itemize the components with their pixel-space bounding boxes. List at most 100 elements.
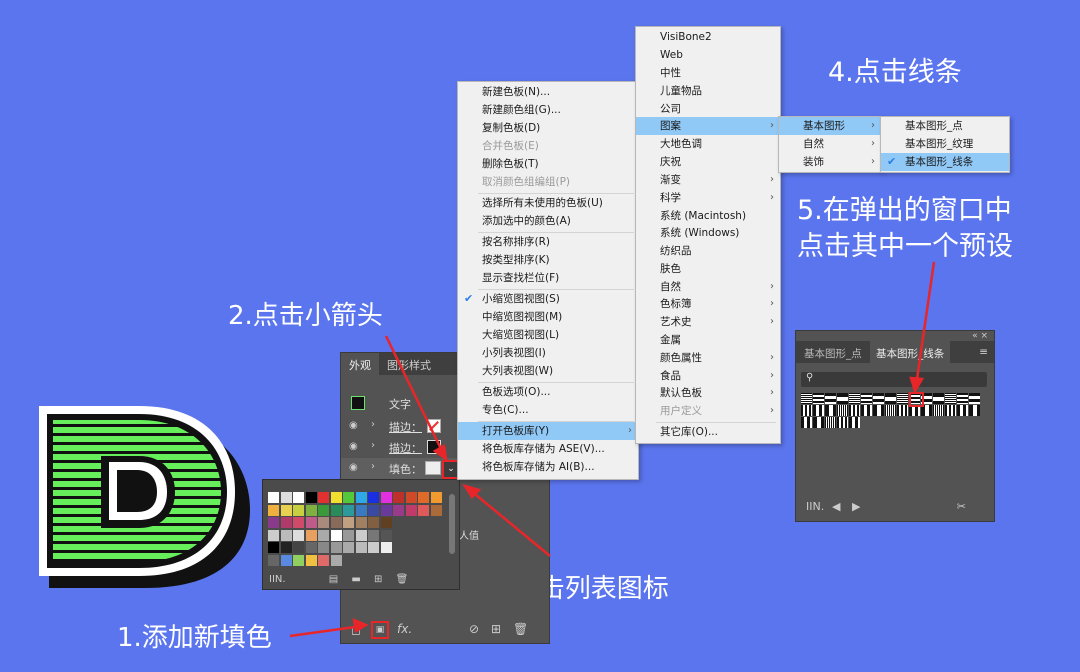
menu-item-open-swatch-library[interactable]: 打开色板库(Y) ›: [458, 422, 638, 440]
swatch-cell[interactable]: [318, 554, 329, 566]
swatch-cell[interactable]: [330, 492, 342, 503]
library-item[interactable]: 庆祝: [636, 153, 780, 171]
swatch-cell[interactable]: [330, 517, 342, 528]
line-pattern-swatch[interactable]: [933, 393, 944, 404]
swatch-cell[interactable]: [368, 492, 379, 503]
tab-appearance[interactable]: 外观: [341, 353, 379, 375]
line-pattern-swatch[interactable]: [957, 405, 968, 416]
line-pattern-swatch[interactable]: [825, 417, 836, 428]
library-item[interactable]: 颜色属性 ›: [636, 349, 780, 367]
menu-item-save-as-ai[interactable]: 将色板库存储为 AI(B)...: [458, 458, 595, 476]
swatch-cell[interactable]: [293, 542, 304, 553]
line-pattern-swatch[interactable]: [897, 405, 908, 416]
add-stroke-icon[interactable]: ◻: [351, 623, 361, 637]
swatch-cell[interactable]: [393, 492, 404, 503]
chevron-right-icon[interactable]: ›: [371, 461, 375, 472]
swatch-cell[interactable]: [380, 504, 392, 516]
swatch-cell[interactable]: [305, 542, 317, 553]
line-pattern-swatch[interactable]: [801, 405, 812, 416]
swatch-cell[interactable]: [368, 504, 379, 516]
swatch-cell[interactable]: [343, 529, 354, 541]
menu-item-medium-thumbnail[interactable]: 中缩览图视图(M): [458, 308, 562, 326]
collapse-close-icons[interactable]: « ×: [972, 331, 988, 341]
selected-preset-highlight[interactable]: [909, 392, 924, 407]
library-item[interactable]: 科学 ›: [636, 189, 780, 207]
line-pattern-swatch[interactable]: [837, 417, 848, 428]
line-pattern-swatch[interactable]: [801, 417, 812, 428]
line-pattern-swatch[interactable]: [861, 393, 872, 404]
shapes-item-textures[interactable]: 基本图形_纹理: [881, 135, 1009, 153]
line-pattern-swatch[interactable]: [897, 393, 908, 404]
menu-item-show-find-field[interactable]: 显示查找栏位(F): [458, 269, 559, 287]
swatch-cell[interactable]: [318, 542, 329, 553]
menu-item-delete-swatch[interactable]: 删除色板(T): [458, 155, 539, 173]
swatch-cell[interactable]: [305, 517, 317, 528]
swatch-cell[interactable]: [418, 492, 429, 503]
swatch-cell[interactable]: [405, 504, 417, 516]
stroke-swatch[interactable]: [427, 419, 441, 433]
line-pattern-swatch[interactable]: [849, 393, 860, 404]
trash-icon[interactable]: 🗑: [396, 574, 409, 585]
line-pattern-swatch[interactable]: [885, 393, 896, 404]
swatch-cell[interactable]: [293, 492, 304, 503]
swatch-cell[interactable]: [280, 517, 292, 528]
folder-icon[interactable]: ▬: [351, 574, 360, 585]
line-pattern-swatch[interactable]: [813, 405, 824, 416]
pattern-item-basic-shapes[interactable]: 基本图形 ›: [779, 117, 881, 135]
menu-item-large-list[interactable]: 大列表视图(W): [458, 362, 553, 380]
swatch-cell[interactable]: [280, 554, 292, 566]
library-item[interactable]: 渐变 ›: [636, 171, 780, 189]
eye-icon[interactable]: ◉: [349, 462, 361, 474]
swatch-cell[interactable]: [368, 517, 379, 528]
library-icon[interactable]: IIN.: [269, 574, 286, 585]
swatch-cell[interactable]: [430, 492, 442, 503]
tab-graphic-styles[interactable]: 图形样式: [379, 353, 439, 375]
menu-item-save-as-ase[interactable]: 将色板库存储为 ASE(V)...: [458, 440, 605, 458]
library-item[interactable]: 儿童物品: [636, 82, 780, 100]
library-search-field[interactable]: ⚲: [801, 372, 987, 387]
chevron-right-icon[interactable]: ›: [371, 440, 375, 451]
line-pattern-swatch[interactable]: [825, 393, 836, 404]
eye-icon[interactable]: ◉: [349, 420, 361, 432]
swatch-cell[interactable]: [380, 542, 392, 553]
menu-item-new-color-group[interactable]: 新建颜色组(G)...: [458, 101, 561, 119]
scrollbar[interactable]: [449, 494, 455, 554]
line-pattern-swatch[interactable]: [825, 405, 836, 416]
library-item[interactable]: 食品 ›: [636, 367, 780, 385]
menu-item-swatch-options[interactable]: 色板选项(O)...: [458, 383, 550, 401]
pattern-item-decorative[interactable]: 装饰 ›: [779, 153, 881, 171]
swatch-cell[interactable]: [343, 542, 354, 553]
swatch-cell[interactable]: [380, 517, 392, 528]
next-arrow-icon[interactable]: ▶: [852, 500, 860, 513]
line-pattern-swatch[interactable]: [837, 405, 848, 416]
library-item[interactable]: 默认色板 ›: [636, 384, 780, 402]
panel-menu-icon[interactable]: ≡: [979, 346, 988, 358]
menu-item-duplicate-swatch[interactable]: 复制色板(D): [458, 119, 540, 137]
swatch-cell[interactable]: [418, 504, 429, 516]
menu-item-large-thumbnail[interactable]: 大缩览图视图(L): [458, 326, 559, 344]
line-pattern-swatch[interactable]: [813, 417, 824, 428]
library-item[interactable]: 系统 (Windows): [636, 224, 780, 242]
swatch-cell[interactable]: [355, 529, 367, 541]
fx-icon[interactable]: fx.: [397, 622, 412, 636]
swatch-cell[interactable]: [268, 517, 279, 528]
swatch-cell[interactable]: [343, 504, 354, 516]
swatch-cell[interactable]: [330, 542, 342, 553]
chevron-right-icon[interactable]: ›: [371, 419, 375, 430]
clear-icon[interactable]: ⊘: [469, 622, 479, 636]
prev-arrow-icon[interactable]: ◀: [832, 500, 840, 513]
swatch-cell[interactable]: [280, 492, 292, 503]
line-pattern-swatch[interactable]: [801, 393, 812, 404]
pattern-item-nature[interactable]: 自然 ›: [779, 135, 881, 153]
swatch-cell[interactable]: [343, 517, 354, 528]
library-item[interactable]: Web: [636, 46, 780, 64]
library-item-other[interactable]: 其它库(O)...: [636, 423, 780, 441]
swatch-cell[interactable]: [268, 529, 279, 541]
library-item[interactable]: 色标簿 ›: [636, 295, 780, 313]
swatch-cell[interactable]: [293, 517, 304, 528]
library-item[interactable]: 公司: [636, 100, 780, 118]
swatch-cell[interactable]: [318, 504, 329, 516]
tools-icon[interactable]: ✂: [957, 500, 966, 513]
swatch-cell[interactable]: [280, 542, 292, 553]
menu-item-spot-colors[interactable]: 专色(C)...: [458, 401, 529, 419]
